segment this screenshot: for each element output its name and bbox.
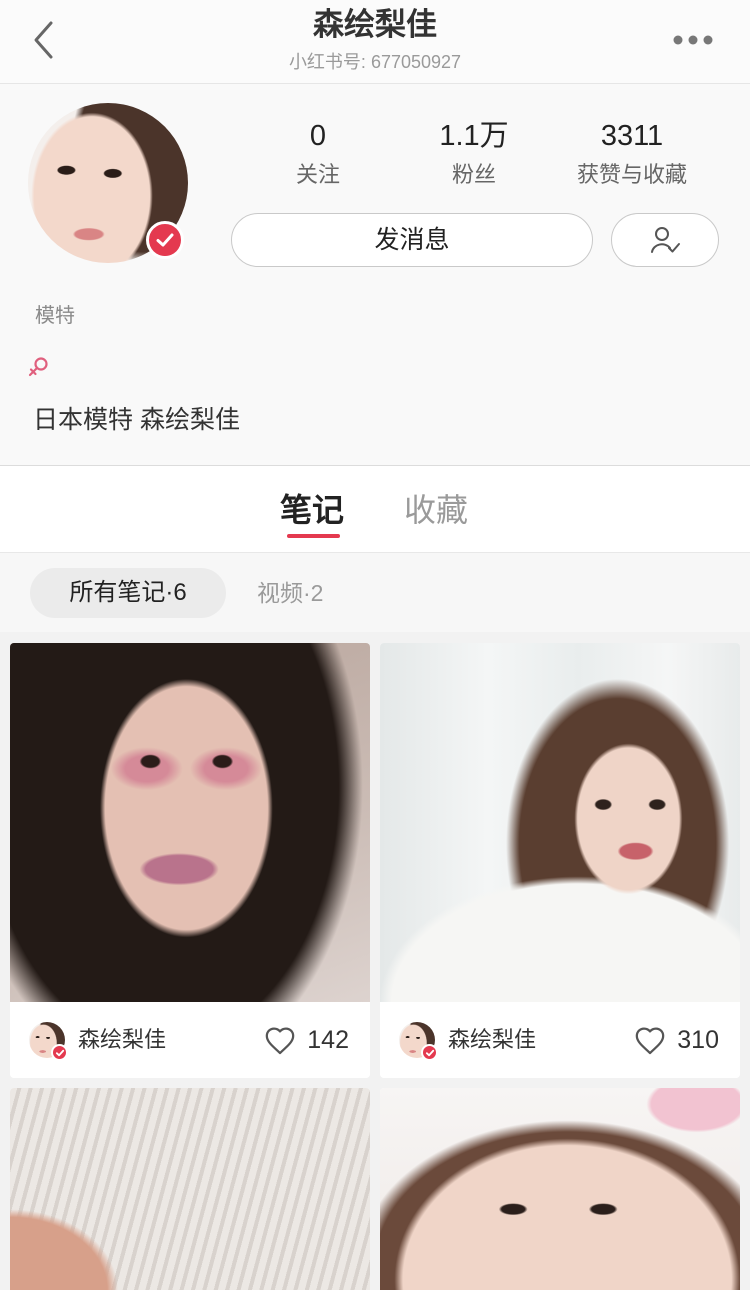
- verified-badge: [51, 1044, 68, 1061]
- stat-label: 关注: [295, 162, 340, 187]
- note-card[interactable]: 森绘梨佳 310: [380, 643, 740, 1078]
- profile-tag: 模特: [35, 305, 75, 327]
- note-info-bar: 森绘梨佳 310: [380, 1002, 740, 1078]
- heart-icon[interactable]: [264, 1026, 296, 1055]
- user-check-icon: [651, 227, 680, 253]
- verified-check-icon: [425, 1049, 434, 1056]
- note-card[interactable]: 森绘梨佳 142: [10, 643, 370, 1078]
- note-image[interactable]: [10, 1088, 370, 1290]
- stat-likes-and-collects[interactable]: 3311 获赞与收藏: [552, 118, 712, 188]
- note-card[interactable]: [10, 1088, 370, 1290]
- verified-check-icon: [156, 233, 174, 247]
- top-nav-bar: 森绘梨佳 小红书号: 677050927: [0, 0, 750, 84]
- like-count: 142: [307, 1026, 349, 1054]
- stat-following[interactable]: 0 关注: [238, 118, 398, 188]
- tab-collections[interactable]: 收藏: [404, 493, 468, 527]
- active-tab-indicator: [287, 534, 340, 538]
- page-title: 森绘梨佳: [313, 7, 437, 42]
- note-author[interactable]: 森绘梨佳: [448, 1027, 536, 1053]
- follow-button[interactable]: [611, 213, 719, 267]
- note-image[interactable]: [10, 643, 370, 1002]
- content-tabs: 笔记 收藏: [0, 465, 750, 553]
- female-icon: [28, 357, 48, 377]
- more-dots-icon: [673, 35, 713, 45]
- verified-badge: [421, 1044, 438, 1061]
- note-image[interactable]: [380, 643, 740, 1002]
- send-message-button[interactable]: 发消息: [231, 213, 593, 267]
- note-card[interactable]: [380, 1088, 740, 1290]
- filter-videos[interactable]: 视频·2: [257, 581, 323, 605]
- more-button[interactable]: [670, 30, 716, 50]
- stat-label: 粉丝: [451, 162, 496, 187]
- verified-badge: [146, 221, 184, 259]
- like-count: 310: [677, 1026, 719, 1054]
- heart-icon[interactable]: [634, 1026, 666, 1055]
- stat-value: 0: [309, 120, 327, 152]
- profile-bio: 日本模特 森绘梨佳: [33, 406, 240, 434]
- note-info-bar: 森绘梨佳 142: [10, 1002, 370, 1078]
- stat-label: 获赞与收藏: [576, 162, 687, 187]
- note-author[interactable]: 森绘梨佳: [78, 1027, 166, 1053]
- verified-check-icon: [55, 1049, 64, 1056]
- stat-value: 3311: [600, 120, 664, 152]
- tab-notes[interactable]: 笔记: [280, 493, 344, 527]
- note-image[interactable]: [380, 1088, 740, 1290]
- stat-value: 1.1万: [439, 120, 509, 152]
- note-filter-bar: 所有笔记·6 视频·2: [0, 553, 750, 632]
- stat-followers[interactable]: 1.1万 粉丝: [394, 118, 554, 188]
- filter-all-notes[interactable]: 所有笔记·6: [30, 568, 226, 618]
- user-id-subtitle: 小红书号: 677050927: [288, 52, 462, 72]
